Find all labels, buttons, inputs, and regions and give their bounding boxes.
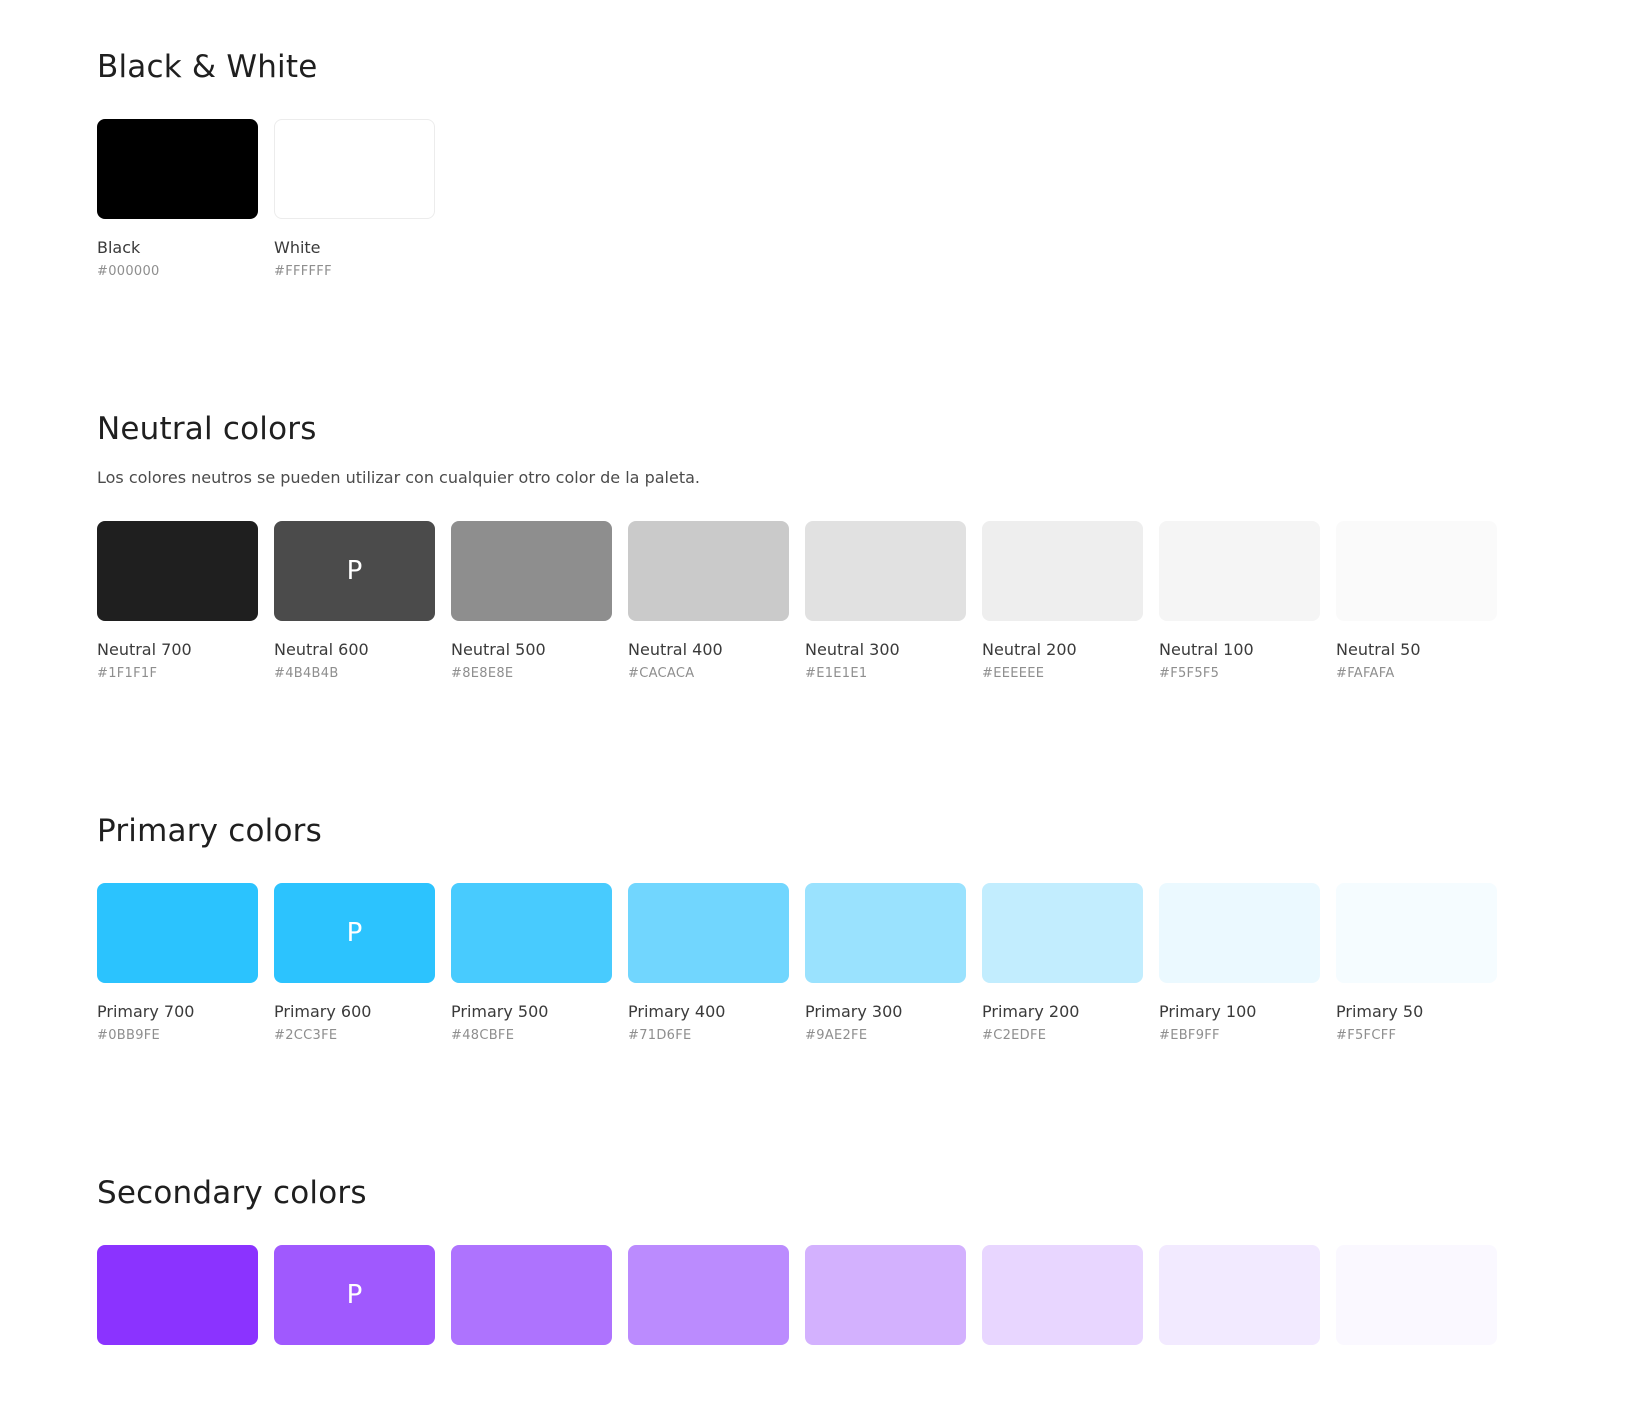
color-chip[interactable] bbox=[805, 521, 966, 621]
swatch-hex: #EBF9FF bbox=[1159, 1028, 1220, 1043]
swatch-hex: #E1E1E1 bbox=[805, 666, 868, 681]
color-chip[interactable] bbox=[97, 883, 258, 983]
color-chip[interactable]: P bbox=[274, 521, 435, 621]
swatch-hex: #F5F5F5 bbox=[1159, 666, 1220, 681]
swatch-name: Neutral 600 bbox=[274, 640, 369, 659]
color-chip[interactable] bbox=[1336, 521, 1497, 621]
swatch-name: Primary 500 bbox=[451, 1002, 549, 1021]
chip-letter: P bbox=[346, 1280, 363, 1310]
swatch-name: White bbox=[274, 238, 321, 257]
color-chip[interactable] bbox=[628, 883, 789, 983]
color-chip[interactable] bbox=[805, 1245, 966, 1345]
swatch-hex: #9AE2FE bbox=[805, 1028, 868, 1043]
color-chip[interactable] bbox=[451, 1245, 612, 1345]
swatch-hex: #8E8E8E bbox=[451, 666, 514, 681]
color-chip[interactable] bbox=[1159, 521, 1320, 621]
color-chip[interactable] bbox=[1336, 883, 1497, 983]
swatch-hex: #71D6FE bbox=[628, 1028, 692, 1043]
color-chip[interactable] bbox=[982, 883, 1143, 983]
color-chip[interactable] bbox=[1336, 1245, 1497, 1345]
swatch-name: Primary 300 bbox=[805, 1002, 903, 1021]
color-chip[interactable] bbox=[982, 1245, 1143, 1345]
color-chip[interactable] bbox=[628, 521, 789, 621]
section-title: Primary colors bbox=[97, 813, 322, 849]
swatch-hex: #CACACA bbox=[628, 666, 695, 681]
color-chip[interactable] bbox=[805, 883, 966, 983]
color-chip[interactable] bbox=[1159, 1245, 1320, 1345]
swatch-name: Primary 200 bbox=[982, 1002, 1080, 1021]
color-chip[interactable] bbox=[274, 119, 435, 219]
swatch-name: Neutral 50 bbox=[1336, 640, 1421, 659]
swatch-name: Neutral 700 bbox=[97, 640, 192, 659]
color-chip[interactable] bbox=[451, 883, 612, 983]
swatch-hex: #2CC3FE bbox=[274, 1028, 338, 1043]
color-chip[interactable] bbox=[97, 521, 258, 621]
swatch-name: Primary 400 bbox=[628, 1002, 726, 1021]
swatch-name: Primary 50 bbox=[1336, 1002, 1424, 1021]
color-chip[interactable] bbox=[1159, 883, 1320, 983]
color-chip[interactable] bbox=[451, 521, 612, 621]
section-description: Los colores neutros se pueden utilizar c… bbox=[97, 468, 700, 487]
color-chip[interactable] bbox=[628, 1245, 789, 1345]
swatch-name: Primary 600 bbox=[274, 1002, 372, 1021]
swatch-hex: #0BB9FE bbox=[97, 1028, 161, 1043]
swatch-name: Neutral 400 bbox=[628, 640, 723, 659]
swatch-name: Neutral 100 bbox=[1159, 640, 1254, 659]
section-title: Black & White bbox=[97, 49, 318, 85]
swatch-hex: #C2EDFE bbox=[982, 1028, 1047, 1043]
section-title: Neutral colors bbox=[97, 411, 317, 447]
swatch-name: Neutral 500 bbox=[451, 640, 546, 659]
color-chip[interactable] bbox=[97, 119, 258, 219]
swatch-hex: #000000 bbox=[97, 264, 160, 279]
swatch-name: Neutral 300 bbox=[805, 640, 900, 659]
swatch-name: Primary 100 bbox=[1159, 1002, 1257, 1021]
color-chip[interactable]: P bbox=[274, 883, 435, 983]
swatch-name: Neutral 200 bbox=[982, 640, 1077, 659]
swatch-name: Black bbox=[97, 238, 141, 257]
color-chip[interactable] bbox=[97, 1245, 258, 1345]
swatch-hex: #4B4B4B bbox=[274, 666, 339, 681]
chip-letter: P bbox=[346, 918, 363, 948]
swatch-hex: #F5FCFF bbox=[1336, 1028, 1397, 1043]
section-title: Secondary colors bbox=[97, 1175, 367, 1211]
swatch-name: Primary 700 bbox=[97, 1002, 195, 1021]
swatch-hex: #FFFFFF bbox=[274, 264, 332, 279]
color-chip[interactable] bbox=[982, 521, 1143, 621]
swatch-hex: #1F1F1F bbox=[97, 666, 158, 681]
chip-letter: P bbox=[346, 556, 363, 586]
color-chip[interactable]: P bbox=[274, 1245, 435, 1345]
swatch-hex: #EEEEEE bbox=[982, 666, 1045, 681]
swatch-hex: #48CBFE bbox=[451, 1028, 515, 1043]
swatch-hex: #FAFAFA bbox=[1336, 666, 1395, 681]
